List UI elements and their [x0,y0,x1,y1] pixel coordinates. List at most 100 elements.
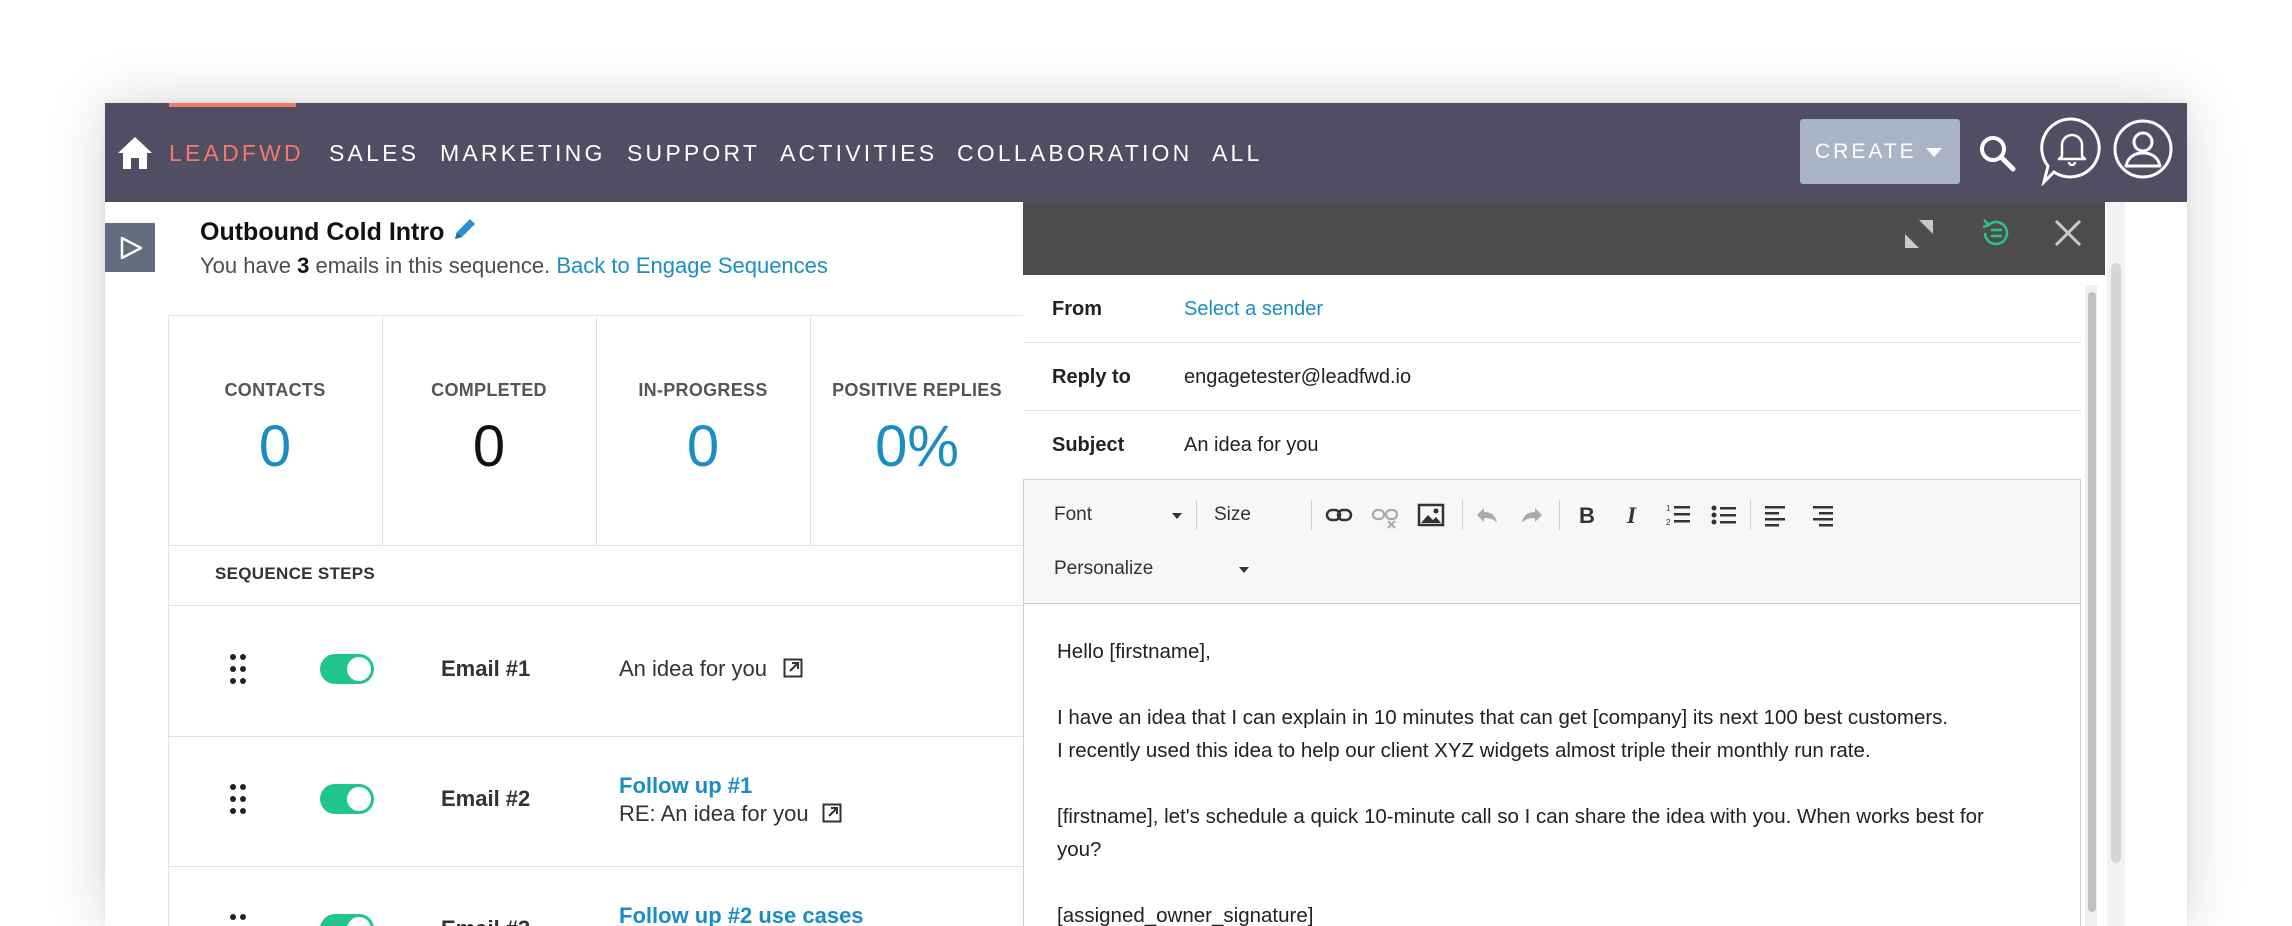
email-body[interactable]: Hello [firstname], I have an idea that I… [1057,635,2057,926]
step-subject[interactable]: RE: An idea for you [619,799,809,829]
stats-bottom-divider [168,545,1023,546]
size-dropdown[interactable]: Size [1214,501,1251,529]
step-name: Email #3 [441,914,530,926]
expand-icon[interactable] [1903,218,1935,250]
from-row: From Select a sender [1023,275,2081,343]
step-enabled-toggle[interactable] [320,654,374,684]
image-icon[interactable] [1417,501,1445,529]
align-left-icon[interactable] [1762,501,1790,529]
sequence-steps-header: SEQUENCE STEPS [215,564,376,583]
nav-support[interactable]: SUPPORT [627,133,760,173]
svg-text:B: B [1579,503,1595,528]
history-icon[interactable] [1979,216,2013,250]
step-enabled-toggle[interactable] [320,914,374,926]
subject-label: Subject [1052,434,1125,456]
step-divider [168,866,1023,867]
step-divider [168,736,1023,737]
stat-completed-label: COMPLETED [431,380,547,400]
back-to-sequences-link[interactable]: Back to Engage Sequences [556,253,828,278]
stat-completed-value: 0 [472,414,506,479]
page-scrollbar[interactable] [2111,263,2121,863]
reply-to-label: Reply to [1052,366,1131,388]
svg-text:2: 2 [1666,518,1671,527]
reply-to-field[interactable]: engagetester@leadfwd.io [1184,362,1411,392]
svg-text:1: 1 [1666,504,1671,513]
external-link-icon[interactable] [783,658,803,678]
link-icon[interactable] [1325,501,1353,529]
bold-icon[interactable]: B [1572,501,1600,529]
undo-icon[interactable] [1473,501,1501,529]
stat-in-progress-value: 0 [686,414,720,479]
stat-contacts-value: 0 [258,414,292,479]
font-dropdown[interactable]: Font [1054,501,1092,529]
play-outline-icon [120,236,143,260]
sequence-title: Outbound Cold Intro [200,218,445,246]
svg-text:I: I [1626,503,1637,528]
sequence-summary: You have 3 emails in this sequence. Back… [200,251,828,281]
user-icon[interactable] [2112,118,2174,180]
italic-icon[interactable]: I [1618,501,1646,529]
summary-prefix: You have [200,253,291,278]
drag-handle-icon[interactable] [228,653,248,685]
reply-to-row: Reply to engagetester@leadfwd.io [1023,343,2081,411]
chevron-down-icon [1239,567,1249,573]
home-icon[interactable] [117,136,153,170]
body-line: [assigned_owner_signature] [1057,904,1314,926]
nav-all[interactable]: ALL [1212,133,1263,173]
select-sender-link[interactable]: Select a sender [1184,294,1323,324]
body-line [1057,866,2057,899]
bell-icon[interactable] [2040,116,2104,186]
toolbar-separator [1462,500,1463,530]
nav-collaboration[interactable]: COLLABORATION [957,133,1192,173]
body-line [1057,767,2057,800]
rich-text-editor: Font Size B I 1 2 Personalize Hello [fir… [1023,479,2081,926]
create-button[interactable]: CREATE [1800,119,1960,184]
ordered-list-icon[interactable]: 1 2 [1664,501,1692,529]
drag-handle-icon[interactable] [228,783,248,815]
toolbar-separator [1750,500,1751,530]
step-name: Email #1 [441,656,531,681]
email-editor-panel: From Select a sender Reply to engagetest… [1023,202,2105,926]
redo-icon[interactable] [1518,501,1546,529]
search-icon[interactable] [1978,134,2016,172]
panel-scrollbar[interactable] [2088,292,2096,912]
step-subject[interactable]: An idea for you [619,654,767,684]
nav-leadfwd[interactable]: LEADFWD [169,133,304,173]
content-left-border [168,315,169,926]
step-title-link[interactable]: Follow up #1 [619,771,752,801]
body-line: I have an idea that I can explain in 10 … [1057,706,1949,729]
bullet-list-icon[interactable] [1710,501,1738,529]
step-title-link[interactable]: Follow up #2 use cases [619,901,864,926]
sidebar-toggle-button[interactable] [105,223,155,272]
personalize-dropdown[interactable]: Personalize [1054,555,1153,583]
align-right-icon[interactable] [1808,501,1836,529]
pencil-icon[interactable] [452,216,478,242]
subject-field[interactable]: An idea for you [1184,430,1319,460]
unlink-icon[interactable] [1371,501,1399,529]
toggle-knob [347,657,371,681]
stat-contacts-label: CONTACTS [224,380,326,400]
email-count: 3 [297,253,310,278]
from-label: From [1052,298,1102,320]
nav-activities[interactable]: ACTIVITIES [780,133,937,173]
stat-positive-replies-label: POSITIVE REPLIES [832,380,1002,400]
drag-handle-icon[interactable] [228,913,248,926]
step-enabled-toggle[interactable] [320,784,374,814]
close-icon[interactable] [2053,218,2083,248]
chevron-down-icon [1926,148,1942,157]
toolbar-separator [1196,500,1197,530]
steps-header-divider [168,605,1023,606]
external-link-icon[interactable] [822,803,842,823]
editor-toolbar: Font Size B I 1 2 Personalize [1024,480,2080,604]
body-line: you? [1057,838,1102,861]
subject-row: Subject An idea for you [1023,411,2081,479]
app-window: LEADFWD SALES MARKETING SUPPORT ACTIVITI… [105,103,2187,926]
body-line [1057,668,2057,701]
stat-in-progress-label: IN-PROGRESS [638,380,768,400]
nav-sales[interactable]: SALES [329,133,419,173]
nav-marketing[interactable]: MARKETING [440,133,606,173]
summary-suffix: emails in this sequence. [315,253,551,278]
step-name: Email #2 [441,786,531,811]
active-nav-indicator [169,103,296,107]
stat-positive-replies-value: 0% [875,414,959,479]
